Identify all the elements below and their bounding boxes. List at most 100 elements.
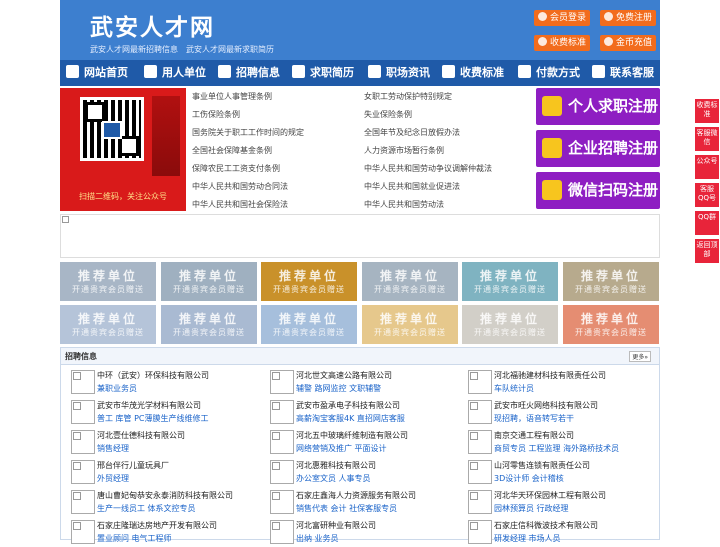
personal-register-button[interactable]: 个人求职注册 <box>536 88 660 125</box>
law-link[interactable]: 女职工劳动保护特别规定 <box>364 91 452 102</box>
company-logo[interactable] <box>270 430 294 454</box>
company-name[interactable]: 石家庄鑫海人力资源服务有限公司 <box>296 490 416 501</box>
recommended-tile[interactable]: 推荐单位 开通贵宾会员赠送 <box>60 305 156 344</box>
company-logo[interactable] <box>468 370 492 394</box>
company-logo[interactable] <box>468 520 492 544</box>
law-link[interactable]: 中华人民共和国劳动争议调解仲裁法 <box>364 163 492 174</box>
company-name[interactable]: 河北世文高速公路有限公司 <box>296 370 392 381</box>
job-item[interactable]: 中环（武安）环保科技有限公司 兼职业务员 <box>65 369 261 397</box>
recommended-tile[interactable]: 推荐单位 开通贵宾会员赠送 <box>161 262 257 301</box>
law-link[interactable]: 失业保险条例 <box>364 109 412 120</box>
job-item[interactable]: 唐山曹妃甸恭安永泰消防科技有限公司 生产一线员工 体系文控专员 <box>65 489 261 517</box>
company-logo[interactable] <box>71 370 95 394</box>
wechat-register-button[interactable]: 微信扫码注册 <box>536 172 660 209</box>
law-link[interactable]: 工伤保险条例 <box>192 109 240 120</box>
nav-jobs[interactable]: 招聘信息 <box>218 60 280 86</box>
float-qq[interactable]: 客服QQ号 <box>695 183 719 207</box>
job-item[interactable]: 河北富研种业有限公司 出纳 业务员 <box>264 519 460 547</box>
company-name[interactable]: 河北华天环保园林工程有限公司 <box>494 490 606 501</box>
job-positions[interactable]: 园林预算员 行政经理 <box>494 503 569 514</box>
nav-service[interactable]: 联系客服 <box>592 60 654 86</box>
recommended-tile[interactable]: 推荐单位 开通贵宾会员赠送 <box>261 262 357 301</box>
recommended-tile[interactable]: 推荐单位 开通贵宾会员赠送 <box>362 262 458 301</box>
job-item[interactable]: 武安市盈承电子科技有限公司 高薪淘宝客服4K 直招网店客服 <box>264 399 460 427</box>
job-positions[interactable]: 网络营销及推广 平面设计 <box>296 443 387 454</box>
company-name[interactable]: 河北福驰建材科技有限责任公司 <box>494 370 606 381</box>
law-link[interactable]: 国务院关于职工工作时间的规定 <box>192 127 304 138</box>
recommended-tile[interactable]: 推荐单位 开通贵宾会员赠送 <box>362 305 458 344</box>
job-item[interactable]: 河北华天环保园林工程有限公司 园林预算员 行政经理 <box>462 489 658 517</box>
coin-recharge-button[interactable]: 金币充值 <box>600 35 656 51</box>
job-item[interactable]: 武安市华茂光学材料有限公司 普工 库管 PC薄膜生产线维修工 <box>65 399 261 427</box>
recommended-tile[interactable]: 推荐单位 开通贵宾会员赠送 <box>462 262 558 301</box>
recommended-tile[interactable]: 推荐单位 开通贵宾会员赠送 <box>563 262 659 301</box>
job-item[interactable]: 石家庄隆瑞达房地产开发有限公司 置业顾问 电气工程师 <box>65 519 261 547</box>
float-wechat[interactable]: 客服微信 <box>695 127 719 151</box>
job-item[interactable]: 石家庄信科微波技术有限公司 研发经理 市场人员 <box>462 519 658 547</box>
float-fee[interactable]: 收费标准 <box>695 99 719 123</box>
job-item[interactable]: 石家庄鑫海人力资源服务有限公司 销售代表 会计 社保客服专员 <box>264 489 460 517</box>
company-logo[interactable] <box>270 400 294 424</box>
job-positions[interactable]: 兼职业务员 <box>97 383 137 394</box>
job-positions[interactable]: 现招聘，语音转写若干 <box>494 413 574 424</box>
float-qq-group[interactable]: QQ群 <box>695 211 719 235</box>
law-link[interactable]: 中华人民共和国就业促进法 <box>364 181 460 192</box>
job-item[interactable]: 武安市旺火网络科技有限公司 现招聘，语音转写若干 <box>462 399 658 427</box>
company-logo[interactable] <box>71 460 95 484</box>
company-logo[interactable] <box>468 490 492 514</box>
company-logo[interactable] <box>270 490 294 514</box>
job-positions[interactable]: 生产一线员工 体系文控专员 <box>97 503 196 514</box>
job-item[interactable]: 河北惠雅科技有限公司 办公室文员 人事专员 <box>264 459 460 487</box>
nav-payment[interactable]: 付款方式 <box>518 60 580 86</box>
law-link[interactable]: 全国年节及纪念日放假办法 <box>364 127 460 138</box>
job-item[interactable]: 南京交通工程有限公司商贸专员 工程监理 海外路桥技术员 <box>462 429 658 457</box>
nav-fees[interactable]: 收费标准 <box>442 60 504 86</box>
company-logo[interactable] <box>71 430 95 454</box>
job-positions[interactable]: 3D设计师 会计稽核 <box>494 473 564 484</box>
company-logo[interactable] <box>71 400 95 424</box>
company-name[interactable]: 中环（武安）环保科技有限公司 <box>97 370 209 381</box>
back-to-top[interactable]: 返回顶部 <box>695 239 719 263</box>
job-positions[interactable]: 辅警 路网监控 文职辅警 <box>296 383 381 394</box>
job-positions[interactable]: 高薪淘宝客服4K 直招网店客服 <box>296 413 405 424</box>
company-name[interactable]: 南京交通工程有限公司 <box>494 430 574 441</box>
fee-standard-button[interactable]: 收费标准 <box>534 35 590 51</box>
recommended-tile[interactable]: 推荐单位 开通贵宾会员赠送 <box>462 305 558 344</box>
company-register-button[interactable]: 企业招聘注册 <box>536 130 660 167</box>
job-positions[interactable]: 商贸专员 工程监理 海外路桥技术员 <box>494 443 619 454</box>
company-name[interactable]: 唐山曹妃甸恭安永泰消防科技有限公司 <box>97 490 233 501</box>
nav-news[interactable]: 职场资讯 <box>368 60 430 86</box>
job-positions[interactable]: 销售经理 <box>97 443 129 454</box>
job-item[interactable]: 河北壹仕德科技有限公司 销售经理 <box>65 429 261 457</box>
company-name[interactable]: 山河零售连锁有限责任公司 <box>494 460 590 471</box>
company-name[interactable]: 河北五中玻璃纤维制造有限公司 <box>296 430 408 441</box>
job-item[interactable]: 山河零售连锁有限责任公司 3D设计师 会计稽核 <box>462 459 658 487</box>
company-name[interactable]: 河北富研种业有限公司 <box>296 520 376 531</box>
company-name[interactable]: 石家庄信科微波技术有限公司 <box>494 520 598 531</box>
job-positions[interactable]: 出纳 业务员 <box>296 533 339 544</box>
law-link[interactable]: 中华人民共和国劳动合同法 <box>192 181 288 192</box>
recommended-tile[interactable]: 推荐单位 开通贵宾会员赠送 <box>261 305 357 344</box>
job-positions[interactable]: 车队统计员 <box>494 383 534 394</box>
company-logo[interactable] <box>270 460 294 484</box>
law-link[interactable]: 事业单位人事管理条例 <box>192 91 272 102</box>
job-positions[interactable]: 置业顾问 电气工程师 <box>97 533 172 544</box>
law-link[interactable]: 中华人民共和国劳动法 <box>364 199 444 210</box>
company-logo[interactable] <box>468 460 492 484</box>
company-name[interactable]: 石家庄隆瑞达房地产开发有限公司 <box>97 520 217 531</box>
law-link[interactable]: 全国社会保障基金条例 <box>192 145 272 156</box>
job-item[interactable]: 河北福驰建材科技有限责任公司 车队统计员 <box>462 369 658 397</box>
law-link[interactable]: 人力资源市场暂行条例 <box>364 145 444 156</box>
job-item[interactable]: 邢台伴行儿童玩具厂 外贸经理 <box>65 459 261 487</box>
company-name[interactable]: 邢台伴行儿童玩具厂 <box>97 460 169 471</box>
law-link[interactable]: 中华人民共和国社会保险法 <box>192 199 288 210</box>
job-item[interactable]: 河北世文高速公路有限公司 辅警 路网监控 文职辅警 <box>264 369 460 397</box>
company-logo[interactable] <box>71 490 95 514</box>
company-logo[interactable] <box>270 370 294 394</box>
company-name[interactable]: 武安市盈承电子科技有限公司 <box>296 400 400 411</box>
recommended-tile[interactable]: 推荐单位 开通贵宾会员赠送 <box>60 262 156 301</box>
nav-home[interactable]: 网站首页 <box>66 60 128 86</box>
company-name[interactable]: 武安市华茂光学材料有限公司 <box>97 400 201 411</box>
company-name[interactable]: 河北壹仕德科技有限公司 <box>97 430 185 441</box>
job-positions[interactable]: 研发经理 市场人员 <box>494 533 561 544</box>
